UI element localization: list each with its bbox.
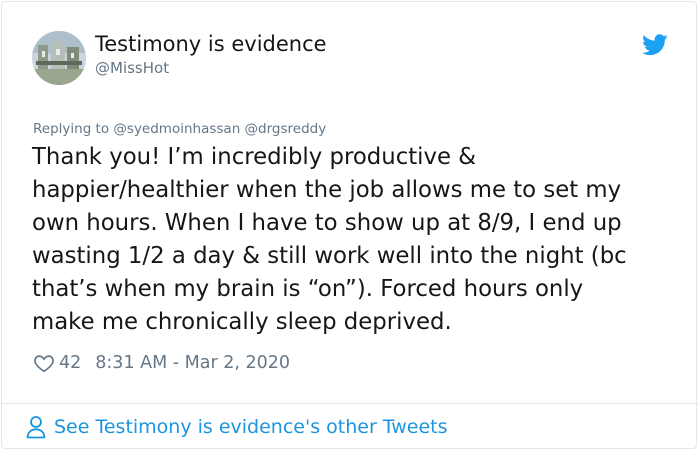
see-other-tweets-link[interactable]: See Testimony is evidence's other Tweets	[26, 413, 448, 441]
tweet-meta: 42 8:31 AM - Mar 2, 2020	[33, 350, 290, 376]
like-count[interactable]: 42	[59, 353, 81, 373]
twitter-bird-icon[interactable]	[642, 34, 668, 56]
person-icon	[26, 416, 46, 439]
tweet-timestamp[interactable]: 8:31 AM - Mar 2, 2020	[95, 353, 290, 373]
replying-to-label: Replying to	[33, 121, 110, 137]
replying-to-line: Replying to @syedmoinhassan @drgsreddy	[33, 121, 326, 137]
avatar[interactable]	[32, 31, 86, 85]
heart-icon[interactable]	[33, 352, 55, 374]
display-name[interactable]: Testimony is evidence	[95, 32, 327, 56]
tweet-text: Thank you! I’m incredibly productive & h…	[32, 144, 627, 335]
reply-mentions[interactable]: @syedmoinhassan @drgsreddy	[113, 121, 326, 137]
see-other-tweets-label[interactable]: See Testimony is evidence's other Tweets	[54, 416, 448, 438]
user-handle[interactable]: @MissHot	[95, 59, 169, 77]
avatar-image	[32, 31, 86, 85]
footer-divider	[1, 403, 699, 404]
